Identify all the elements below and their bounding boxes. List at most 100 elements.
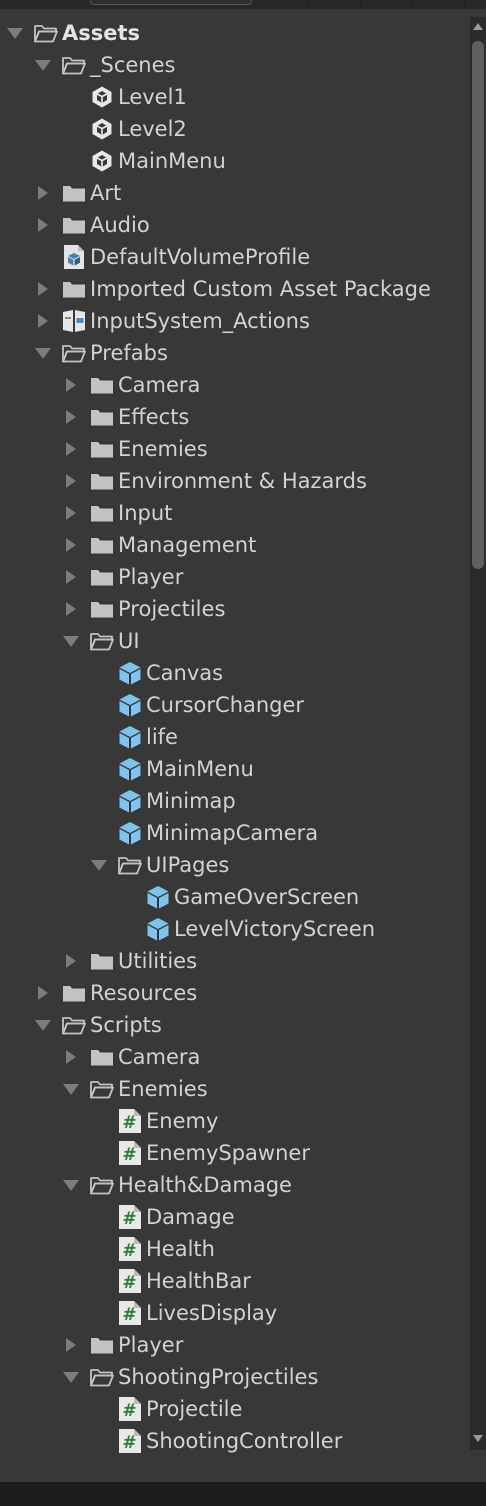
- tree-row[interactable]: Player: [0, 1329, 470, 1361]
- tree-row[interactable]: # EnemySpawner: [0, 1137, 470, 1169]
- tree-item-label: MainMenu: [146, 757, 254, 781]
- expand-arrow-icon[interactable]: [7, 28, 23, 39]
- tree-row[interactable]: # HealthBar: [0, 1265, 470, 1297]
- bottom-bar: [0, 1482, 486, 1506]
- tree-row[interactable]: Minimap: [0, 785, 470, 817]
- tree-row[interactable]: Utilities: [0, 945, 470, 977]
- collapse-arrow-icon[interactable]: [66, 954, 76, 968]
- tree-item-label: Health&Damage: [118, 1173, 292, 1197]
- folder-open-icon: [118, 853, 142, 877]
- tree-row[interactable]: LevelVictoryScreen: [0, 913, 470, 945]
- collapse-arrow-icon[interactable]: [66, 474, 76, 488]
- tree-row[interactable]: # Health: [0, 1233, 470, 1265]
- search-field[interactable]: [90, 0, 252, 5]
- tree-row[interactable]: # Projectile: [0, 1393, 470, 1425]
- collapse-arrow-icon[interactable]: [66, 1050, 76, 1064]
- collapse-arrow-icon[interactable]: [38, 218, 48, 232]
- expand-arrow-icon[interactable]: [35, 60, 51, 71]
- tree-row[interactable]: Canvas: [0, 657, 470, 689]
- collapse-arrow-icon[interactable]: [66, 410, 76, 424]
- tree-row[interactable]: Resources: [0, 977, 470, 1009]
- toolbar-button[interactable]: [310, 0, 361, 6]
- tree-row[interactable]: # LivesDisplay: [0, 1297, 470, 1329]
- tree-item-label: Effects: [118, 405, 190, 429]
- tree-row[interactable]: MainMenu: [0, 145, 470, 177]
- collapse-arrow-icon[interactable]: [66, 378, 76, 392]
- collapse-arrow-icon[interactable]: [66, 602, 76, 616]
- scroll-up-arrow-icon[interactable]: [473, 23, 483, 30]
- tree-row[interactable]: Audio: [0, 209, 470, 241]
- tree-row[interactable]: Art: [0, 177, 470, 209]
- collapse-arrow-icon[interactable]: [66, 442, 76, 456]
- collapse-arrow-icon[interactable]: [66, 1338, 76, 1352]
- expand-arrow-icon[interactable]: [35, 1020, 51, 1031]
- tree-row[interactable]: Player: [0, 561, 470, 593]
- collapse-arrow-icon[interactable]: [66, 570, 76, 584]
- scroll-down-arrow-icon[interactable]: [473, 1435, 483, 1442]
- tree-row[interactable]: Enemies: [0, 433, 470, 465]
- expand-arrow-icon[interactable]: [35, 348, 51, 359]
- collapse-arrow-icon[interactable]: [66, 506, 76, 520]
- folder-icon: [90, 533, 114, 557]
- expand-arrow-icon[interactable]: [63, 1084, 79, 1095]
- tree-row[interactable]: GameOverScreen: [0, 881, 470, 913]
- tree-row[interactable]: Effects: [0, 401, 470, 433]
- svg-text:#: #: [122, 1305, 136, 1325]
- expand-arrow-icon[interactable]: [63, 636, 79, 647]
- tree-item-label: Environment & Hazards: [118, 469, 367, 493]
- tree-row[interactable]: Level1: [0, 81, 470, 113]
- vertical-scrollbar[interactable]: [470, 17, 486, 1450]
- tree-row[interactable]: Camera: [0, 1041, 470, 1073]
- tree-row[interactable]: UIPages: [0, 849, 470, 881]
- volume-profile-icon: [62, 245, 86, 269]
- expand-arrow-icon[interactable]: [91, 860, 107, 871]
- tree-row[interactable]: Environment & Hazards: [0, 465, 470, 497]
- folder-icon: [90, 1333, 114, 1357]
- tree-row[interactable]: Health&Damage: [0, 1169, 470, 1201]
- folder-icon: [90, 1045, 114, 1069]
- csharp-script-icon: #: [118, 1269, 142, 1293]
- tree-row[interactable]: # Damage: [0, 1201, 470, 1233]
- folder-icon: [90, 565, 114, 589]
- toolbar-button[interactable]: [258, 0, 309, 6]
- tree-row[interactable]: _Scenes: [0, 49, 470, 81]
- tree-item-label: life: [146, 725, 178, 749]
- toolbar-button[interactable]: [414, 0, 465, 6]
- tree-row[interactable]: Projectiles: [0, 593, 470, 625]
- tree-row[interactable]: # ShootingController: [0, 1425, 470, 1457]
- collapse-arrow-icon[interactable]: [38, 186, 48, 200]
- tree-row[interactable]: ShootingProjectiles: [0, 1361, 470, 1393]
- expand-arrow-icon[interactable]: [63, 1372, 79, 1383]
- tree-row[interactable]: Camera: [0, 369, 470, 401]
- tree-row[interactable]: Management: [0, 529, 470, 561]
- collapse-arrow-icon[interactable]: [38, 282, 48, 296]
- tree-row[interactable]: Level2: [0, 113, 470, 145]
- tree-row[interactable]: InputSystem_Actions: [0, 305, 470, 337]
- svg-text:#: #: [122, 1145, 136, 1165]
- toolbar-strip: [0, 0, 486, 9]
- tree-row[interactable]: Input: [0, 497, 470, 529]
- tree-row[interactable]: DefaultVolumeProfile: [0, 241, 470, 273]
- tree-item-label: Damage: [146, 1205, 235, 1229]
- tree-row[interactable]: Prefabs: [0, 337, 470, 369]
- tree-row[interactable]: MainMenu: [0, 753, 470, 785]
- tree-row[interactable]: Enemies: [0, 1073, 470, 1105]
- folder-open-icon: [90, 1365, 114, 1389]
- tree-row[interactable]: # Enemy: [0, 1105, 470, 1137]
- expand-arrow-icon[interactable]: [63, 1180, 79, 1191]
- tree-row[interactable]: life: [0, 721, 470, 753]
- collapse-arrow-icon[interactable]: [38, 986, 48, 1000]
- scrollbar-thumb[interactable]: [472, 41, 484, 569]
- toolbar-button[interactable]: [362, 0, 413, 6]
- tree-item-label: Health: [146, 1237, 215, 1261]
- tree-row[interactable]: Imported Custom Asset Package: [0, 273, 470, 305]
- tree-row[interactable]: CursorChanger: [0, 689, 470, 721]
- tree-item-label: Projectiles: [118, 597, 226, 621]
- tree-row[interactable]: UI: [0, 625, 470, 657]
- tree-row[interactable]: Assets: [0, 17, 470, 49]
- collapse-arrow-icon[interactable]: [38, 314, 48, 328]
- collapse-arrow-icon[interactable]: [66, 538, 76, 552]
- csharp-script-icon: #: [118, 1205, 142, 1229]
- tree-row[interactable]: MinimapCamera: [0, 817, 470, 849]
- tree-row[interactable]: Scripts: [0, 1009, 470, 1041]
